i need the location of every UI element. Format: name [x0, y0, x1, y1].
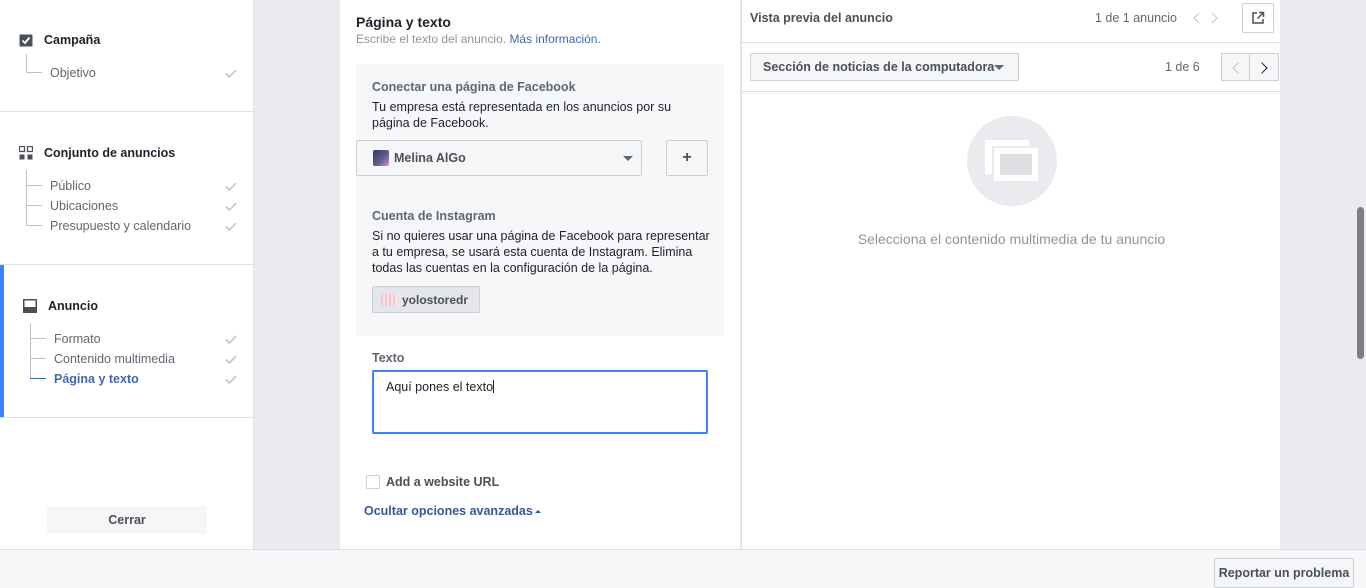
nav-item-objetivo[interactable]: Objetivo — [50, 63, 96, 83]
check-icon — [225, 69, 237, 79]
tree-line — [30, 323, 31, 378]
page-scrollbar[interactable] — [1355, 0, 1366, 549]
subtitle-text: Escribe el texto del anuncio. — [356, 32, 507, 46]
footer-bar: Reportar un problema — [0, 549, 1366, 588]
caret-up-icon — [534, 510, 541, 513]
scrollbar-thumb[interactable] — [1357, 207, 1364, 359]
report-problem-button[interactable]: Reportar un problema — [1214, 558, 1354, 588]
nav-heading-ad[interactable]: Anuncio — [22, 298, 98, 314]
tree-line — [26, 170, 27, 225]
website-url-option[interactable]: Add a website URL — [366, 475, 499, 489]
caret-down-icon — [994, 65, 1004, 70]
advanced-link-label: Ocultar opciones avanzadas — [364, 504, 533, 518]
section-title: Página y texto — [356, 14, 451, 30]
nav-heading-campaign[interactable]: Campaña — [18, 32, 100, 48]
tree-line — [26, 205, 42, 206]
preview-empty-message: Selecciona el contenido multimedia de tu… — [857, 231, 1166, 247]
nav-heading-label: Campaña — [44, 33, 101, 47]
instagram-description: Si no quieres usar una página de Faceboo… — [372, 229, 710, 275]
placement-page-count: 1 de 6 — [1165, 60, 1200, 74]
chevron-left-icon — [1232, 62, 1244, 74]
ad-icon — [22, 298, 38, 314]
instagram-label: Cuenta de Instagram — [372, 209, 496, 223]
nav-item-publico[interactable]: Público — [50, 176, 91, 196]
open-preview-button[interactable] — [1242, 3, 1274, 33]
ad-text-input[interactable]: Aquí pones el texto — [372, 370, 708, 434]
nav-item-ubicaciones[interactable]: Ubicaciones — [50, 196, 118, 216]
divider — [742, 42, 1280, 43]
caret-down-icon — [623, 156, 633, 161]
nav-item-contenido-multimedia[interactable]: Contenido multimedia — [54, 349, 175, 369]
checkbox-icon — [18, 32, 34, 48]
chevron-right-icon[interactable] — [1206, 12, 1218, 24]
placement-pager — [1221, 53, 1279, 81]
check-icon — [225, 335, 237, 345]
nav-item-presupuesto[interactable]: Presupuesto y calendario — [50, 216, 191, 236]
preview-title: Vista previa del anuncio — [750, 11, 893, 25]
ad-preview-panel: Vista previa del anuncio 1 de 1 anuncio … — [741, 0, 1280, 549]
text-cursor — [493, 380, 495, 393]
nav-section-ad: Anuncio Formato Contenido multimedia Pág… — [0, 265, 253, 418]
instagram-account-button[interactable]: yolostoredr — [372, 286, 480, 313]
nav-heading-label: Conjunto de anuncios — [44, 146, 176, 160]
check-icon — [225, 355, 237, 365]
placement-dropdown[interactable]: Sección de noticias de la computadora — [750, 53, 1019, 81]
facebook-page-description: Tu empresa está representada en los anun… — [372, 100, 672, 130]
nav-item-pagina-texto[interactable]: Página y texto — [54, 369, 139, 389]
page-and-text-editor: Página y texto Escribe el texto del anun… — [340, 0, 740, 549]
section-subtitle: Escribe el texto del anuncio. Más inform… — [356, 32, 601, 46]
previous-placement-button[interactable] — [1221, 53, 1250, 81]
add-page-button[interactable]: + — [666, 140, 708, 176]
check-icon — [225, 202, 237, 212]
nav-section-campaign: Campaña Objetivo — [0, 0, 253, 112]
chevron-right-icon — [1256, 62, 1268, 74]
preview-ad-count: 1 de 1 anuncio — [1095, 11, 1178, 25]
tree-line — [26, 72, 42, 73]
media-placeholder — [967, 116, 1057, 206]
tree-line — [30, 378, 46, 379]
facebook-page-select[interactable]: Melina AlGo — [356, 140, 642, 176]
check-icon — [225, 375, 237, 385]
tree-line — [26, 185, 42, 186]
tree-line — [26, 54, 27, 73]
check-icon — [225, 182, 237, 192]
text-label: Texto — [372, 351, 405, 365]
placement-label: Sección de noticias de la computadora — [763, 60, 995, 74]
tree-line — [30, 358, 46, 359]
next-placement-button[interactable] — [1250, 53, 1279, 81]
website-url-label: Add a website URL — [386, 475, 500, 489]
nav-section-adset: Conjunto de anuncios Público Ubicaciones… — [0, 112, 253, 265]
hide-advanced-options-link[interactable]: Ocultar opciones avanzadas — [364, 504, 541, 518]
campaign-nav: Campaña Objetivo Conjunto de anuncios Pú… — [0, 0, 254, 549]
more-info-link[interactable]: Más información. — [509, 32, 600, 46]
nav-heading-label: Anuncio — [48, 299, 98, 313]
nav-heading-adset[interactable]: Conjunto de anuncios — [18, 145, 175, 161]
external-link-icon — [1252, 11, 1265, 24]
grid-icon — [18, 145, 34, 161]
ad-text-value: Aquí pones el texto — [386, 380, 494, 394]
selected-page-name: Melina AlGo — [394, 151, 466, 165]
media-placeholder-icon — [985, 140, 1040, 183]
tree-line — [30, 338, 46, 339]
divider — [742, 91, 1280, 92]
facebook-page-label: Conectar una página de Facebook — [372, 80, 576, 94]
instagram-avatar — [381, 293, 397, 306]
tree-line — [26, 225, 42, 226]
nav-item-formato[interactable]: Formato — [54, 329, 101, 349]
instagram-account-name: yolostoredr — [402, 292, 469, 307]
website-url-checkbox[interactable] — [366, 475, 380, 489]
close-button[interactable]: Cerrar — [47, 506, 207, 534]
page-avatar — [373, 150, 389, 166]
check-icon — [225, 222, 237, 232]
chevron-left-icon[interactable] — [1193, 12, 1205, 24]
